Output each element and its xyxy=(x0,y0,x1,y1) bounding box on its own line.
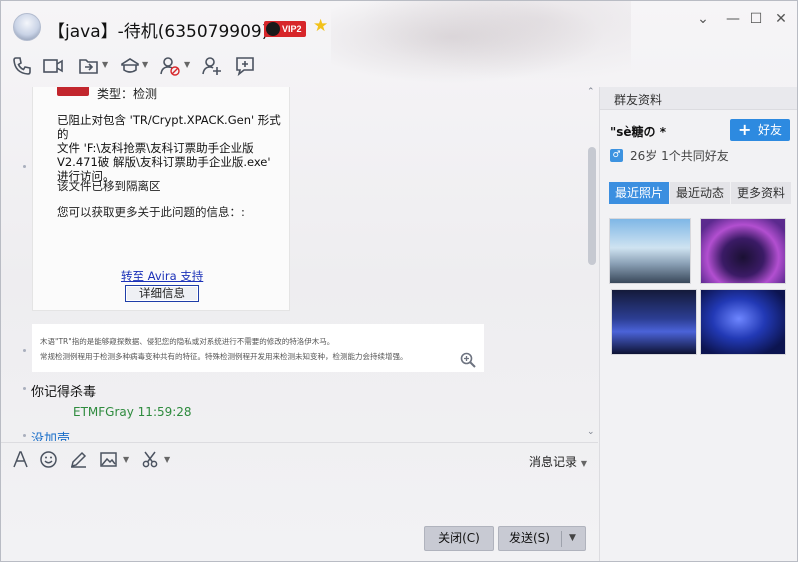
panel-header: 群友资料 xyxy=(600,87,797,110)
trojan-note-text: 木语"TR"指的是能够窥探数据、侵犯您的隐私或对系统进行不需要的修改的特洛伊木马… xyxy=(40,337,408,361)
chevron-down-icon[interactable]: ▼ xyxy=(164,456,170,464)
alert-blocked-text: 已阻止对包含 'TR/Crypt.XPACK.Gen' 形式的 文件 'F:\友… xyxy=(57,113,281,183)
message-input[interactable] xyxy=(1,473,598,523)
chevron-down-icon: ▼ xyxy=(580,459,587,468)
chevron-down-icon[interactable]: ⌄ xyxy=(693,9,713,29)
scroll-down-icon[interactable]: ⌄ xyxy=(587,427,595,437)
chevron-down-icon[interactable]: ▼ xyxy=(569,527,576,550)
vip-badge[interactable]: VIP2 xyxy=(264,21,306,37)
phone-icon[interactable] xyxy=(11,55,35,77)
scrollbar-thumb[interactable] xyxy=(588,147,596,265)
vip-icon xyxy=(266,22,280,36)
message-text: 你记得杀毒 xyxy=(31,385,97,400)
send-divider xyxy=(561,531,562,547)
message-history-button[interactable]: 消息记录 ▼ xyxy=(529,453,587,470)
image-icon[interactable] xyxy=(99,450,119,470)
photo-thumbnail[interactable] xyxy=(700,218,786,284)
chevron-down-icon[interactable]: ▼ xyxy=(102,61,108,69)
scissors-icon[interactable] xyxy=(141,450,161,470)
member-info-panel: 群友资料 "sè糖の * + 好友 ♂ 26岁 1个共同好友 最近照片 最近动态… xyxy=(599,87,797,561)
message-history-label: 消息记录 xyxy=(529,455,578,469)
panel-title: 群友资料 xyxy=(614,93,663,107)
composer-toolbar: ▼ ▼ xyxy=(1,447,598,473)
alert-moved-text: 该文件已移到隔离区 xyxy=(57,179,161,193)
close-button[interactable]: 关闭(C) xyxy=(424,526,494,551)
block-user-icon[interactable] xyxy=(159,55,183,77)
chevron-down-icon[interactable]: ▼ xyxy=(184,61,190,69)
alert-more-info-text: 您可以获取更多关于此问题的信息：: xyxy=(57,205,245,219)
member-nickname: "sè糖の * xyxy=(610,125,666,139)
tab-recent-photos[interactable]: 最近照片 xyxy=(609,182,669,204)
chevron-down-icon[interactable]: ▼ xyxy=(142,61,148,69)
scroll-up-icon[interactable]: ⌃ xyxy=(587,87,595,97)
video-call-icon[interactable] xyxy=(42,55,66,77)
composer-divider xyxy=(1,442,598,443)
photo-thumbnail[interactable] xyxy=(700,289,786,355)
age-mutual-friends: 26岁 1个共同好友 xyxy=(630,149,729,163)
trojan-note-image: 木语"TR"指的是能够窥探数据、侵犯您的隐私或对系统进行不需要的修改的特洛伊木马… xyxy=(32,324,484,372)
send-button-label: 发送(S) xyxy=(509,531,550,545)
sender-timestamp: ETMFGray 11:59:28 xyxy=(73,405,192,419)
profile-tabs: 最近照片 最近动态 更多资料 xyxy=(609,182,791,204)
file-transfer-icon[interactable] xyxy=(78,55,102,77)
message-bullet xyxy=(23,165,26,168)
chat-history[interactable]: 类型：检测 已阻止对包含 'TR/Crypt.XPACK.Gen' 形式的 文件… xyxy=(1,87,598,441)
add-user-icon[interactable] xyxy=(201,55,225,77)
details-button[interactable]: 详细信息 xyxy=(125,285,199,302)
alert-type-line: 类型：检测 xyxy=(97,87,158,101)
minimize-icon[interactable]: — xyxy=(723,9,743,29)
avatar[interactable] xyxy=(13,13,41,41)
add-friend-label: 好友 xyxy=(758,123,783,137)
photo-thumbnail[interactable] xyxy=(611,289,697,355)
star-icon[interactable]: ★ xyxy=(313,18,328,35)
zoom-in-icon[interactable] xyxy=(460,352,476,368)
close-icon[interactable]: ✕ xyxy=(771,9,791,29)
add-friend-button[interactable]: + 好友 xyxy=(730,119,790,141)
chevron-down-icon[interactable]: ▼ xyxy=(123,456,129,464)
avira-support-link[interactable]: 转至 Avira 支持 xyxy=(121,268,203,284)
emoji-icon[interactable] xyxy=(39,450,59,470)
tab-more-info[interactable]: 更多资料 xyxy=(731,182,791,204)
window-title: 【java】-待机(635079909) xyxy=(48,22,269,42)
antivirus-alert-image: 类型：检测 已阻止对包含 'TR/Crypt.XPACK.Gen' 形式的 文件… xyxy=(32,87,290,311)
chat-toolbar: ▼ ▼ ▼ xyxy=(1,51,797,81)
message-bullet xyxy=(23,349,26,352)
message-bullet xyxy=(23,434,26,437)
send-button[interactable]: 发送(S) ▼ xyxy=(498,526,586,551)
alert-red-bar xyxy=(57,87,89,96)
message-text: 没加壳 xyxy=(31,432,71,441)
plus-icon: + xyxy=(738,120,752,139)
new-chat-icon[interactable] xyxy=(234,55,258,77)
message-bullet xyxy=(23,387,26,390)
remote-assist-icon[interactable] xyxy=(119,55,143,77)
title-bar[interactable]: 【java】-待机(635079909) VIP2 ★ ⌄ — ☐ ✕ xyxy=(1,1,797,49)
pen-icon[interactable] xyxy=(69,450,89,470)
male-icon: ♂ xyxy=(610,149,623,162)
chat-scrollbar[interactable]: ⌃ ⌄ xyxy=(585,87,598,441)
photo-thumbnail[interactable] xyxy=(609,218,691,284)
chat-window: 【java】-待机(635079909) VIP2 ★ ⌄ — ☐ ✕ ▼ ▼ … xyxy=(0,0,798,562)
tab-recent-activity[interactable]: 最近动态 xyxy=(670,182,730,204)
font-icon[interactable] xyxy=(11,450,31,470)
maximize-icon[interactable]: ☐ xyxy=(746,9,766,29)
vip-badge-label: VIP2 xyxy=(282,24,302,34)
